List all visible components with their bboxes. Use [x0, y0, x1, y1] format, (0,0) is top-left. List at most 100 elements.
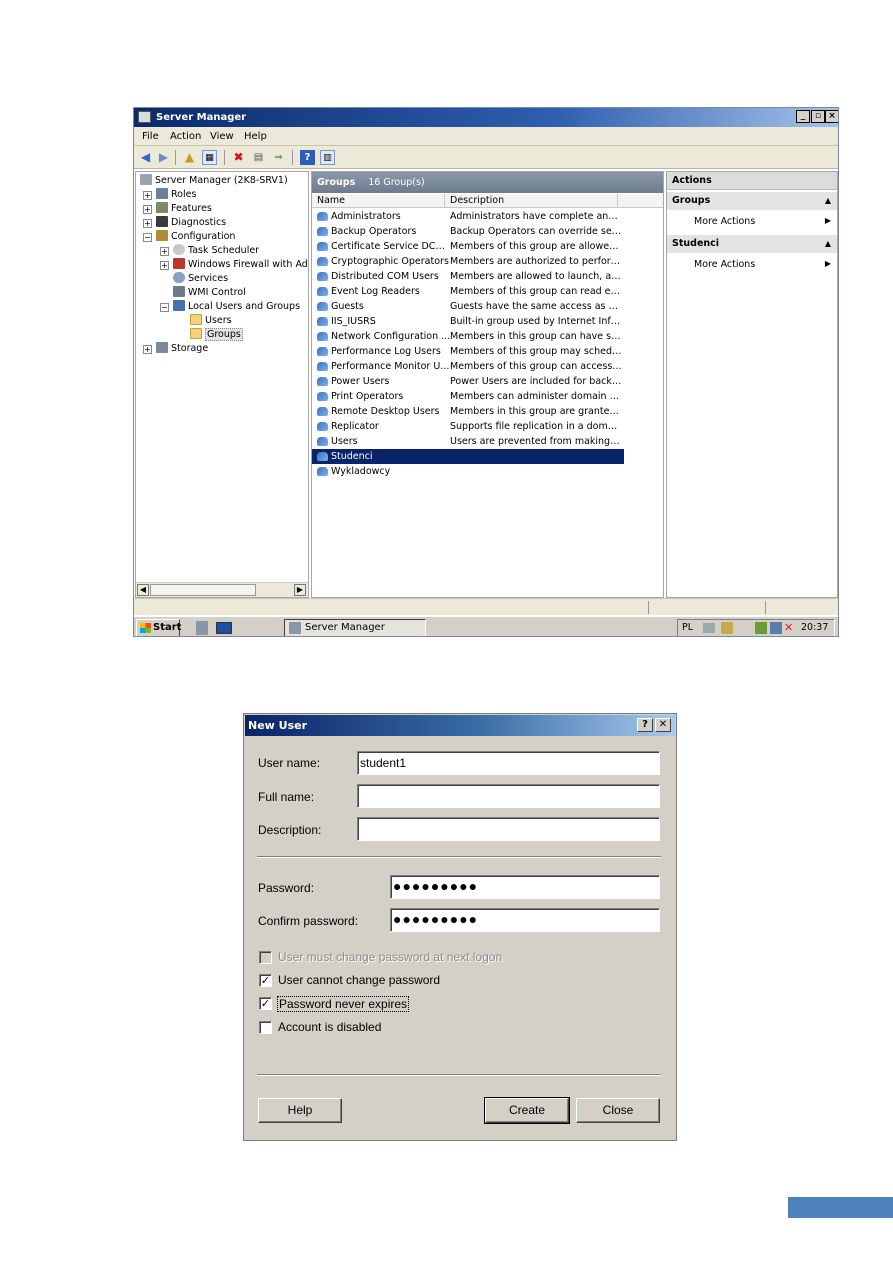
tree-node-groups[interactable]: Groups [190, 328, 243, 342]
create-button[interactable]: Create [484, 1097, 570, 1124]
group-row[interactable]: Guests Guests have the same access as me.… [312, 299, 624, 314]
properties-icon[interactable]: ▤ [251, 150, 266, 165]
group-row[interactable]: Studenci [312, 449, 624, 464]
column-description[interactable]: Description [445, 194, 618, 208]
description-field[interactable] [357, 817, 660, 841]
export-icon[interactable]: ⇒ [271, 150, 286, 165]
group-row[interactable]: Power Users Power Users are included for … [312, 374, 624, 389]
tree-horizontal-scrollbar[interactable]: ◀ ▶ [136, 582, 308, 597]
expand-roles[interactable]: + [143, 191, 152, 200]
tree-node-wmi-control[interactable]: WMI Control [173, 286, 246, 300]
network-icon[interactable] [770, 622, 782, 634]
password-never-expires-checkbox[interactable]: ✓ [259, 997, 272, 1010]
collapse-arrow-icon[interactable]: ▲ [825, 235, 831, 253]
action-pane-icon[interactable]: ▥ [320, 150, 335, 165]
group-name: Print Operators [331, 391, 404, 402]
device-icon[interactable] [755, 622, 767, 634]
help-icon[interactable]: ? [300, 150, 315, 165]
password-never-expires-label[interactable]: Password never expires [277, 996, 410, 1012]
expand-storage[interactable]: + [143, 345, 152, 354]
expand-task-scheduler[interactable]: + [160, 247, 169, 256]
collapse-local-users-groups[interactable]: − [160, 303, 169, 312]
cannot-change-password-label[interactable]: User cannot change password [278, 973, 440, 987]
group-row[interactable]: Certificate Service DCO... Members of thi… [312, 239, 624, 254]
help-question-button[interactable]: ? [637, 718, 653, 732]
group-row[interactable]: Cryptographic Operators Members are autho… [312, 254, 624, 269]
tree-node-roles[interactable]: Roles [156, 188, 196, 202]
menu-file[interactable]: File [142, 131, 159, 142]
scroll-thumb[interactable] [150, 584, 256, 596]
full-name-field[interactable] [357, 784, 660, 808]
group-row[interactable]: Print Operators Members can administer do… [312, 389, 624, 404]
user-name-field[interactable]: student1 [357, 751, 660, 775]
collapse-arrow-icon[interactable]: ▲ [825, 192, 831, 210]
up-folder-icon[interactable]: ▲ [182, 150, 197, 165]
group-row[interactable]: Network Configuration ... Members in this… [312, 329, 624, 344]
group-row[interactable]: Backup Operators Backup Operators can ove… [312, 224, 624, 239]
volume-muted-icon[interactable]: ✕ [784, 622, 796, 634]
actions-section-groups[interactable]: Groups ▲ [667, 192, 837, 210]
show-tree-icon[interactable]: ▦ [202, 150, 217, 165]
password-field[interactable]: ●●●●●●●●● [390, 875, 660, 899]
tree-node-windows-firewall[interactable]: Windows Firewall with Adva [173, 258, 308, 272]
group-row[interactable]: Distributed COM Users Members are allowed… [312, 269, 624, 284]
tree-node-users[interactable]: Users [190, 314, 232, 328]
services-gear-icon [173, 272, 185, 283]
minimize-button[interactable]: _ [796, 110, 810, 123]
powershell-quicklaunch-icon[interactable] [216, 622, 232, 634]
group-row[interactable]: IIS_IUSRS Built-in group used by Internet… [312, 314, 624, 329]
group-row[interactable]: Administrators Administrators have comple… [312, 209, 624, 224]
group-row[interactable]: Event Log Readers Members of this group c… [312, 284, 624, 299]
group-row[interactable]: Performance Monitor U... Members of this … [312, 359, 624, 374]
tree-node-local-users-groups[interactable]: Local Users and Groups [173, 300, 300, 314]
tree-node-task-scheduler[interactable]: Task Scheduler [173, 244, 259, 258]
delete-icon[interactable]: ✖ [231, 150, 246, 165]
tree-node-diagnostics[interactable]: Diagnostics [156, 216, 226, 230]
expand-diagnostics[interactable]: + [143, 219, 152, 228]
scroll-left-icon[interactable]: ◀ [137, 584, 149, 596]
group-row[interactable]: Wykladowcy [312, 464, 624, 479]
group-description: Members of this group can access p... [450, 361, 622, 372]
dialog-close-button[interactable]: ✕ [655, 718, 671, 732]
group-icon [317, 332, 328, 341]
tree-node-features[interactable]: Features [156, 202, 212, 216]
restore-button[interactable]: ▫ [811, 110, 825, 123]
confirm-password-field[interactable]: ●●●●●●●●● [390, 908, 660, 932]
clock-icon [173, 244, 185, 255]
account-disabled-checkbox[interactable] [259, 1021, 272, 1034]
server-manager-quicklaunch-icon[interactable] [196, 621, 208, 635]
forward-icon[interactable]: ▶ [156, 150, 171, 165]
more-actions-groups[interactable]: More Actions [694, 216, 755, 227]
group-row[interactable]: Performance Log Users Members of this gro… [312, 344, 624, 359]
tree-node-services[interactable]: Services [173, 272, 228, 286]
close-button[interactable]: Close [576, 1098, 660, 1123]
tree-node-configuration[interactable]: Configuration [156, 230, 235, 244]
collapse-configuration[interactable]: − [143, 233, 152, 242]
submenu-arrow-icon: ▶ [824, 259, 831, 268]
group-row[interactable]: Replicator Supports file replication in a… [312, 419, 624, 434]
security-icon[interactable] [721, 622, 733, 634]
clock[interactable]: 20:37 [801, 620, 828, 636]
help-button[interactable]: Help [258, 1098, 342, 1123]
start-button[interactable]: Start [136, 619, 181, 636]
expand-windows-firewall[interactable]: + [160, 261, 169, 270]
menu-view[interactable]: View [210, 131, 234, 142]
tree-node-storage[interactable]: Storage [156, 342, 208, 356]
group-row[interactable]: Remote Desktop Users Members in this grou… [312, 404, 624, 419]
column-name[interactable]: Name [312, 194, 445, 208]
more-actions-studenci[interactable]: More Actions [694, 259, 755, 270]
taskbar-server-manager[interactable]: Server Manager [284, 619, 426, 636]
menu-help[interactable]: Help [244, 131, 267, 142]
actions-section-studenci[interactable]: Studenci ▲ [667, 235, 837, 253]
back-icon[interactable]: ◀ [138, 150, 153, 165]
account-disabled-label[interactable]: Account is disabled [278, 1020, 381, 1034]
tree-node-server-manager[interactable]: Server Manager (2K8-SRV1) [140, 174, 288, 188]
close-button[interactable]: × [825, 110, 838, 123]
group-name: Backup Operators [331, 226, 417, 237]
group-row[interactable]: Users Users are prevented from making ac.… [312, 434, 624, 449]
keyboard-icon[interactable] [703, 623, 715, 633]
cannot-change-password-checkbox[interactable]: ✓ [259, 974, 272, 987]
menu-action[interactable]: Action [170, 131, 201, 142]
expand-features[interactable]: + [143, 205, 152, 214]
scroll-right-icon[interactable]: ▶ [294, 584, 306, 596]
